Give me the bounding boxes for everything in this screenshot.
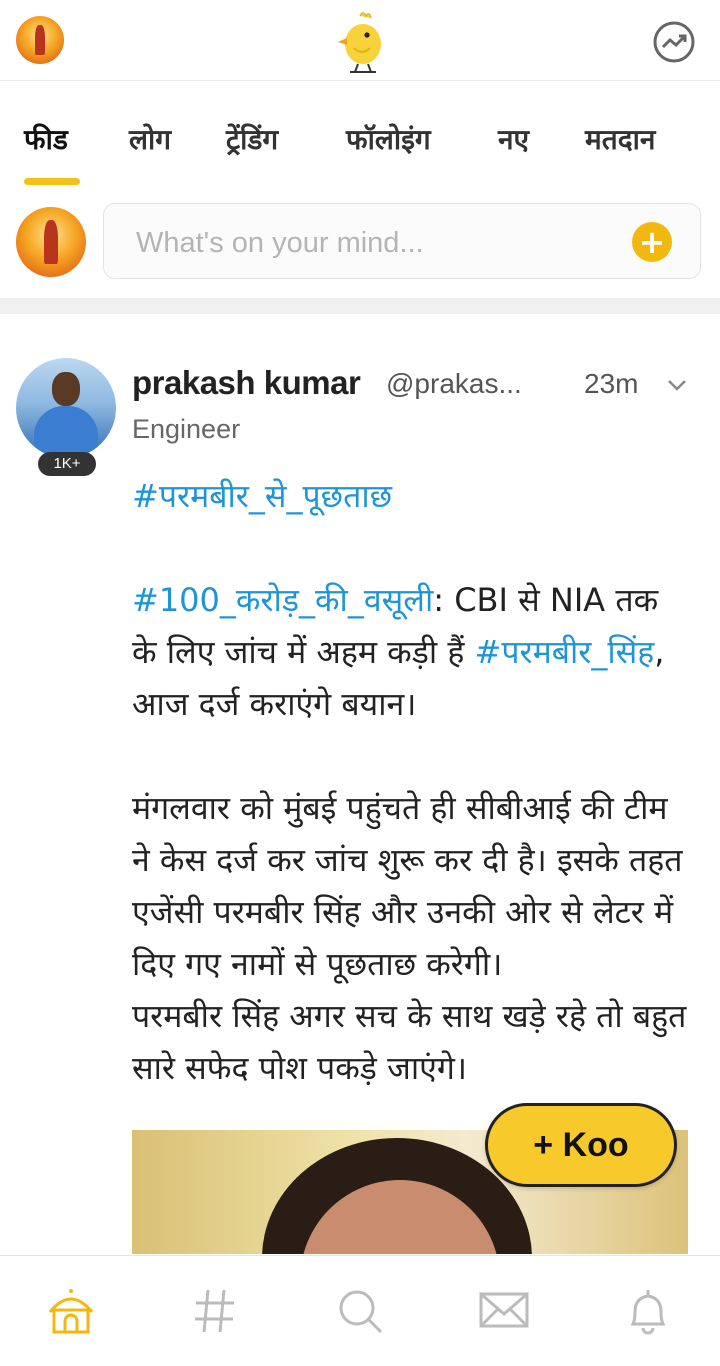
author-avatar[interactable] (16, 358, 116, 458)
compose-input[interactable] (134, 222, 618, 264)
home-icon[interactable] (44, 1284, 98, 1338)
hashtag-link[interactable]: #परमबीर_सिंह (475, 633, 655, 671)
tab-people[interactable]: लोग (129, 120, 171, 158)
composer: + (0, 195, 720, 295)
trending-up-icon[interactable] (652, 20, 696, 64)
post-paragraph: मंगलवार को मुंबई पहुंचते ही सीबीआई की टी… (132, 789, 683, 983)
follower-badge: 1K+ (38, 452, 96, 476)
tab-trending[interactable]: ट्रेंडिंग (226, 120, 278, 158)
profile-avatar[interactable] (16, 16, 64, 64)
bottom-nav (0, 1255, 720, 1366)
post-time: 23m (584, 368, 639, 399)
author-handle[interactable]: @prakas... (386, 368, 522, 400)
post-paragraph: परमबीर सिंह अगर सच के साथ खड़े रहे तो बह… (132, 997, 687, 1087)
new-koo-button[interactable]: + Koo (485, 1103, 677, 1187)
top-bar (0, 0, 720, 81)
hashtag-icon[interactable] (188, 1284, 242, 1338)
hashtag-link[interactable]: #परमबीर_से_पूछताछ (132, 477, 392, 515)
tab-polls[interactable]: मतदान (585, 120, 655, 158)
tab-feed[interactable]: फीड (24, 120, 68, 158)
tab-following[interactable]: फॉलोइंग (346, 120, 431, 158)
composer-avatar (16, 207, 86, 277)
tab-new[interactable]: नए (498, 120, 529, 158)
koo-bird-logo (338, 12, 381, 73)
mail-icon[interactable] (477, 1284, 531, 1338)
plus-icon[interactable]: + (632, 222, 672, 262)
feed-tabs: फीड लोग ट्रेंडिंग फॉलोइंग नए मतदान (0, 82, 720, 192)
search-icon[interactable] (333, 1284, 387, 1338)
author-name[interactable]: prakash kumar (132, 364, 361, 402)
section-divider (0, 298, 720, 314)
post-text: #परमबीर_से_पूछताछ #100_करोड़_की_वसूली: C… (132, 470, 692, 1094)
author-title: Engineer (132, 414, 241, 444)
active-tab-indicator (24, 178, 80, 185)
bell-icon[interactable] (621, 1284, 675, 1338)
compose-box[interactable]: + (103, 203, 701, 279)
hashtag-link[interactable]: #100_करोड़_की_वसूली (132, 581, 433, 619)
chevron-down-icon[interactable] (664, 372, 690, 398)
